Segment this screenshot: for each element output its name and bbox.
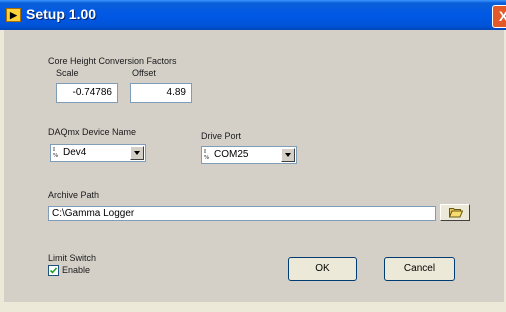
io-name-icon: I% [53,147,58,159]
window-title: Setup 1.00 [26,6,97,22]
checkmark-icon [49,267,58,274]
ok-button[interactable]: OK [288,257,357,281]
enable-checkbox[interactable] [48,265,59,276]
browse-button[interactable] [440,204,470,221]
scale-input[interactable]: -0.74786 [56,83,118,103]
title-bar[interactable]: ▶ Setup 1.00 X [0,0,506,30]
offset-input[interactable]: 4.89 [130,83,192,103]
daqmx-label: DAQmx Device Name [48,127,137,137]
chevron-down-icon[interactable] [281,148,295,162]
daqmx-device-select[interactable]: I% Dev4 [50,144,146,162]
scale-label: Scale [56,68,79,78]
archive-path-input[interactable]: C:\Gamma Logger [48,206,436,221]
limit-switch-label: Limit Switch [48,253,97,263]
close-button[interactable]: X [492,5,506,28]
setup-dialog: ▶ Setup 1.00 X Core Height Conversion Fa… [0,0,506,312]
offset-label: Offset [132,68,156,78]
chevron-down-icon[interactable] [130,146,144,160]
folder-open-icon [449,208,463,218]
drive-port-select[interactable]: I% COM25 [201,146,297,164]
archive-path-label: Archive Path [48,190,100,200]
io-name-icon: I% [204,149,209,161]
close-icon: X [498,8,506,24]
drive-port-label: Drive Port [201,131,242,141]
cancel-button[interactable]: Cancel [384,257,455,281]
core-height-group-label: Core Height Conversion Factors [48,56,177,66]
labview-icon: ▶ [6,8,21,22]
daqmx-device-value: Dev4 [63,147,87,158]
enable-label: Enable [62,265,91,275]
drive-port-value: COM25 [214,149,249,160]
